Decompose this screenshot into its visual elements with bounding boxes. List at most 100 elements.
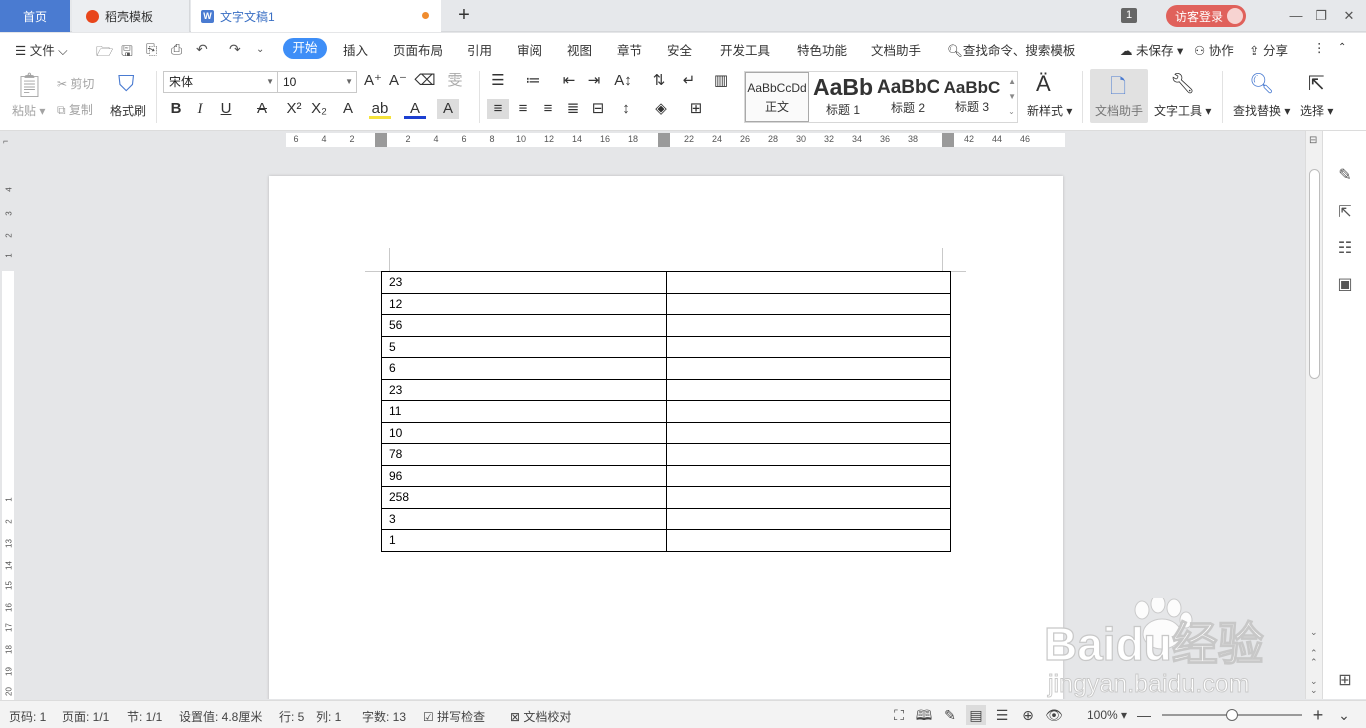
increase-indent-icon[interactable]: ⇥ [583, 71, 605, 91]
fullscreen-icon[interactable]: ⛶ [889, 705, 909, 725]
table-row[interactable]: 12 [381, 292, 951, 315]
style-heading-3[interactable]: AaBbC 标题 3 [941, 72, 1003, 122]
apps-grid-icon[interactable]: ⊞ [1335, 671, 1355, 691]
align-left-icon[interactable]: ≡ [487, 99, 509, 119]
minimize-icon[interactable]: — [1285, 5, 1307, 27]
zoom-select[interactable]: 100% ▾ [1087, 708, 1127, 722]
shading-fill-icon[interactable]: ◈ [650, 99, 672, 119]
menu-review[interactable]: 审阅 [517, 40, 542, 59]
table-row[interactable]: 5 [381, 335, 951, 358]
table-row[interactable]: 10 [381, 421, 951, 444]
char-shading-icon[interactable]: A [437, 99, 459, 119]
zoom-out-icon[interactable]: — [1134, 705, 1154, 725]
table-cell[interactable] [665, 335, 951, 358]
login-button[interactable]: 访客登录 [1166, 5, 1246, 27]
line-spacing-icon[interactable]: ↕ [615, 99, 637, 119]
table-cell[interactable]: 10 [381, 421, 667, 444]
table-cell[interactable] [665, 400, 951, 423]
more-icon[interactable]: ⋮ [1313, 40, 1326, 55]
cursor-icon[interactable]: ⇱ [1308, 71, 1325, 96]
table-cell[interactable] [665, 292, 951, 315]
strikethrough-icon[interactable]: A [251, 99, 273, 119]
collaborate-button[interactable]: ⚇ 协作 [1194, 40, 1234, 59]
menu-developer[interactable]: 开发工具 [720, 40, 770, 59]
phonetic-icon[interactable]: 雯 [444, 71, 466, 91]
new-style-button[interactable]: 新样式 ▾ [1027, 102, 1072, 119]
horizontal-ruler[interactable]: ⌐ 6 4 2 2 4 6 8 10 12 14 16 18 22 24 26 28 30 32 34 36 38 42 4… [0, 131, 1305, 149]
page-down-icon[interactable]: ⌄ ⌄ [1310, 677, 1318, 695]
open-icon[interactable]: 🗁 [96, 41, 113, 65]
table-cell[interactable] [665, 507, 951, 530]
find-replace-button[interactable]: 查找替换 ▾ [1233, 102, 1290, 119]
new-style-icon[interactable]: Ä [1036, 71, 1051, 97]
menu-security[interactable]: 安全 [667, 40, 692, 59]
cut-button[interactable]: ✂ 剪切 [57, 75, 94, 92]
scroll-top-icon[interactable]: ⊟ [1309, 135, 1317, 146]
table-cell[interactable]: 3 [381, 507, 667, 530]
menu-view[interactable]: 视图 [567, 40, 592, 59]
table-cell[interactable] [665, 357, 951, 380]
table-row[interactable]: 6 [381, 357, 951, 380]
print-preview-icon[interactable]: ⎙ [171, 41, 182, 58]
select-button[interactable]: 选择 ▾ [1300, 102, 1333, 119]
menu-insert[interactable]: 插入 [343, 40, 368, 59]
table-cell[interactable]: 56 [381, 314, 667, 337]
document-page[interactable]: 23 12 56 5 6 23 11 10 78 96 258 3 1 [269, 176, 1063, 699]
command-search[interactable]: 🔍︎查找命令、搜索模板 [947, 40, 1075, 59]
redo-icon[interactable]: ↷ [229, 41, 241, 58]
eye-protection-icon[interactable]: 👁︎ [1044, 705, 1064, 725]
format-painter-icon[interactable]: ⛉ [118, 71, 135, 97]
file-menu[interactable]: ☰ 文件 ⌵ [15, 40, 68, 59]
table-cell[interactable]: 23 [381, 378, 667, 401]
table-cell[interactable]: 96 [381, 464, 667, 487]
status-word-count[interactable]: 字数: 13 [362, 708, 406, 725]
font-name-select[interactable]: 宋体 ▼ [163, 71, 278, 93]
table-row[interactable]: 11 [381, 400, 951, 423]
scrollbar-thumb[interactable] [1309, 169, 1320, 379]
document-canvas[interactable]: 23 12 56 5 6 23 11 10 78 96 258 3 1 [16, 149, 1305, 699]
table-cell[interactable]: 11 [381, 400, 667, 423]
superscript-icon[interactable]: X² [283, 99, 305, 119]
font-grow-icon[interactable]: A⁺ [362, 71, 384, 91]
new-tab-button[interactable]: + [452, 4, 476, 28]
paste-icon[interactable]: 📋︎ [14, 71, 44, 100]
text-direction-icon[interactable]: A↕ [612, 71, 634, 91]
save-icon[interactable]: 🖫 [121, 41, 133, 65]
table-row[interactable]: 258 [381, 486, 951, 509]
numbered-list-icon[interactable]: ≔ [522, 71, 544, 91]
decrease-indent-icon[interactable]: ⇤ [558, 71, 580, 91]
window-count-badge[interactable]: 1 [1121, 8, 1137, 23]
share-button[interactable]: ⇪ 分享 [1249, 40, 1288, 59]
table-cell[interactable]: 12 [381, 292, 667, 315]
table-cell[interactable] [665, 464, 951, 487]
align-right-icon[interactable]: ≡ [537, 99, 559, 119]
justify-icon[interactable]: ≣ [562, 99, 584, 119]
customize-quick-access-icon[interactable]: ⌄ [256, 44, 264, 55]
find-icon[interactable]: 🔍︎ [1249, 71, 1274, 96]
table-cell[interactable]: 6 [381, 357, 667, 380]
menu-start[interactable]: 开始 [283, 38, 327, 59]
font-shrink-icon[interactable]: A⁻ [387, 71, 409, 91]
doc-proof-button[interactable]: ⊠ 文档校对 [510, 708, 571, 725]
text-effect-icon[interactable]: A [337, 99, 359, 119]
table-cell[interactable]: 78 [381, 443, 667, 466]
tab-document[interactable]: W 文字文稿1 [191, 0, 441, 32]
sliders-icon[interactable]: ☷ [1335, 239, 1355, 259]
italic-icon[interactable]: I [189, 99, 211, 119]
menu-reference[interactable]: 引用 [467, 40, 492, 59]
outline-view-icon[interactable]: ☰ [992, 705, 1012, 725]
highlight-icon[interactable]: ab [369, 99, 391, 119]
table-row[interactable]: 56 [381, 314, 951, 337]
left-margin-marker[interactable] [375, 133, 387, 147]
data-table[interactable]: 23 12 56 5 6 23 11 10 78 96 258 3 1 [381, 271, 951, 552]
wrench-icon[interactable]: 🔧︎ [1170, 71, 1195, 96]
close-icon[interactable]: ✕ [1338, 5, 1360, 27]
vertical-ruler[interactable]: 4 3 2 1 1 2 13 14 15 16 17 18 19 20 [0, 149, 16, 701]
tab-daoke-templates[interactable]: 稻壳模板 [72, 0, 190, 32]
table-row[interactable]: 23 [381, 271, 951, 294]
right-margin-marker[interactable] [942, 133, 954, 147]
format-painter-button[interactable]: 格式刷 [110, 102, 146, 119]
table-row[interactable]: 3 [381, 507, 951, 530]
unsaved-status-button[interactable]: ☁ 未保存 ▾ [1120, 40, 1183, 59]
subscript-icon[interactable]: X₂ [308, 99, 330, 119]
